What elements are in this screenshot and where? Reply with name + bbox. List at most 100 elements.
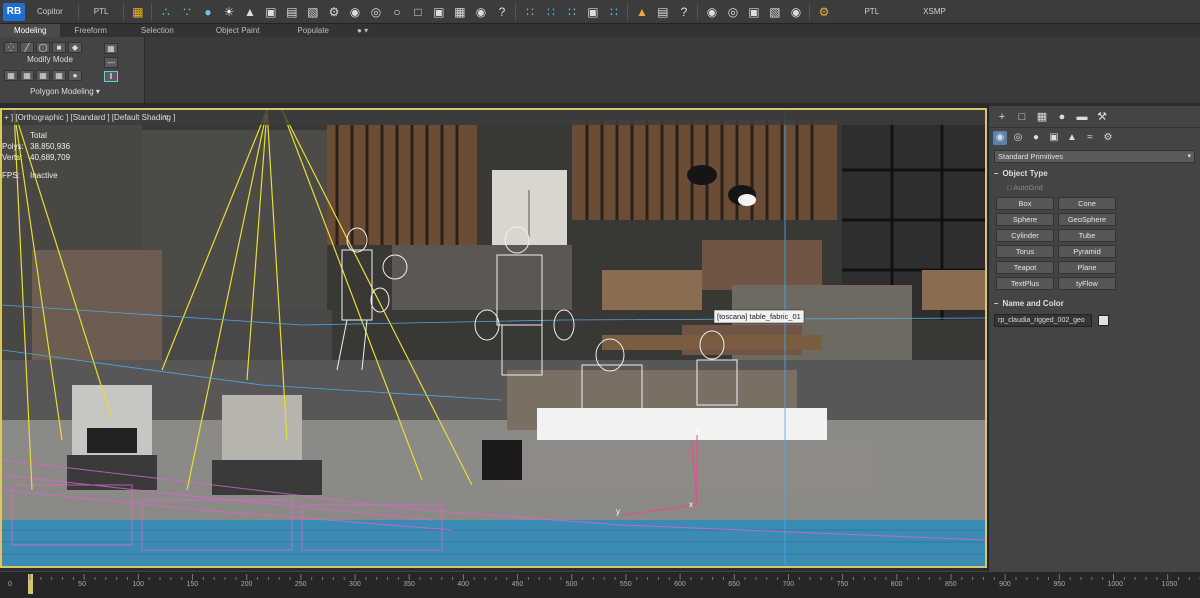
bulb-icon[interactable]: ● <box>200 4 216 20</box>
tab-freeform[interactable]: Freeform <box>60 24 120 37</box>
sphere-button[interactable]: Sphere <box>996 213 1054 226</box>
app-logo[interactable]: RB <box>3 2 25 21</box>
tab-selection[interactable]: Selection <box>127 24 188 37</box>
teapot-button[interactable]: Teapot <box>996 261 1054 274</box>
ribbon-side-button[interactable]: ‖ <box>104 71 118 82</box>
fire-icon[interactable]: ▲ <box>634 4 650 20</box>
help-icon[interactable]: ? <box>494 4 510 20</box>
wrench-icon[interactable]: ⚙ <box>326 4 342 20</box>
window-icon[interactable]: □ <box>410 4 426 20</box>
spacewarps-icon[interactable]: ≈ <box>1083 131 1097 145</box>
particles-icon[interactable]: ∴ <box>158 4 174 20</box>
edge-mode-button[interactable]: ╱ <box>20 42 34 53</box>
utilities-tab-icon[interactable]: ⚒ <box>1095 110 1109 124</box>
toolbar-label-ptl-2[interactable]: PTL <box>852 7 891 16</box>
particles-icon[interactable]: ∵ <box>179 4 195 20</box>
gear-icon[interactable]: ⚙ <box>816 4 832 20</box>
cameras-icon[interactable]: ▣ <box>1047 131 1061 145</box>
plane-button[interactable]: Plane <box>1058 261 1116 274</box>
snap-icon[interactable]: ∷ <box>606 4 622 20</box>
help-icon[interactable]: ? <box>676 4 692 20</box>
frame-icon[interactable]: ▦ <box>452 4 468 20</box>
ribbon-options-icon[interactable]: ● ▾ <box>343 24 382 37</box>
tyflow-button[interactable]: tyFlow <box>1058 277 1116 290</box>
border-mode-button[interactable]: ◯ <box>36 42 50 53</box>
snap-icon[interactable]: ∷ <box>543 4 559 20</box>
viewport-label[interactable]: + ] [Orthographic ] [Standard ] [Default… <box>2 110 985 125</box>
notes-icon[interactable]: ▤ <box>655 4 671 20</box>
ribbon-tool-button[interactable]: ▦ <box>4 70 18 81</box>
sphere-icon[interactable]: ◉ <box>347 4 363 20</box>
cube-icon[interactable]: ▧ <box>767 4 783 20</box>
frame-icon[interactable]: ▣ <box>263 4 279 20</box>
ball-icon[interactable]: ◎ <box>725 4 741 20</box>
world-icon[interactable]: ◉ <box>788 4 804 20</box>
toolbar-separator <box>627 3 629 20</box>
box-button[interactable]: Box <box>996 197 1054 210</box>
ribbon-side-button[interactable]: — <box>104 57 118 68</box>
vertex-mode-button[interactable]: ⁛ <box>4 42 18 53</box>
tab-populate[interactable]: Populate <box>283 24 343 37</box>
display-tab-icon[interactable]: ▬ <box>1075 110 1089 124</box>
chevron-down-icon: ▾ <box>1187 153 1191 160</box>
create-tab-icon[interactable]: + <box>995 110 1009 124</box>
scatter-icon[interactable]: ▤ <box>284 4 300 20</box>
modify-mode-label[interactable]: Modify Mode <box>0 55 100 64</box>
snap-icon[interactable]: ∷ <box>522 4 538 20</box>
tree-icon[interactable]: ▲ <box>242 4 258 20</box>
pyramid-button[interactable]: Pyramid <box>1058 245 1116 258</box>
geosphere-button[interactable]: GeoSphere <box>1058 213 1116 226</box>
bulb-icon[interactable]: ○ <box>389 4 405 20</box>
object-color-swatch[interactable] <box>1098 315 1109 326</box>
ball-icon[interactable]: ◉ <box>704 4 720 20</box>
helpers-icon[interactable]: ▲ <box>1065 131 1079 145</box>
hierarchy-tab-icon[interactable]: ▦ <box>1035 110 1049 124</box>
image-icon[interactable]: ▣ <box>585 4 601 20</box>
cylinder-button[interactable]: Cylinder <box>996 229 1054 242</box>
toolbar-label-xsmp[interactable]: XSMP <box>911 7 958 16</box>
timeline[interactable]: 0 50 100 150 200 250 300 350 400 450 500 550 600 650… <box>0 571 1200 598</box>
cube-icon[interactable]: ▣ <box>746 4 762 20</box>
tube-button[interactable]: Tube <box>1058 229 1116 242</box>
torus-button[interactable]: Torus <box>996 245 1054 258</box>
name-and-color-rollout[interactable]: – Name and Color <box>994 298 1195 310</box>
eye-icon[interactable]: ◉ <box>473 4 489 20</box>
polygon-mode-button[interactable]: ■ <box>52 42 66 53</box>
textplus-button[interactable]: TextPlus <box>996 277 1054 290</box>
object-name-input[interactable]: rp_claudia_rigged_002_geo <box>994 314 1092 327</box>
primitive-category-dropdown[interactable]: Standard Primitives ▾ <box>994 150 1195 163</box>
timeline-tick-label: 950 <box>1053 581 1065 588</box>
lights-icon[interactable]: ● <box>1029 131 1043 145</box>
tab-object-paint[interactable]: Object Paint <box>202 24 274 37</box>
geometry-icon[interactable]: ◉ <box>993 131 1007 145</box>
shapes-icon[interactable]: ◎ <box>1011 131 1025 145</box>
sun-icon[interactable]: ☀ <box>221 4 237 20</box>
perspective-viewport[interactable]: z x y [toscana] table_fabric_01 + ] [Ort… <box>0 108 987 568</box>
ribbon-tool-button[interactable]: ● <box>68 70 82 81</box>
primitive-buttons: Box Cone Sphere GeoSphere Cylinder Tube … <box>996 197 1200 290</box>
cone-button[interactable]: Cone <box>1058 197 1116 210</box>
tab-modeling[interactable]: Modeling <box>0 24 61 37</box>
scatter-icon[interactable]: ▧ <box>305 4 321 20</box>
object-type-rollout[interactable]: – Object Type <box>994 168 1195 180</box>
main-toolbar: RB Copitor PTL ▦ ∴ ∵ ● ☀ ▲ ▣ ▤ ▧ ⚙ ◉ ◎ ○… <box>0 0 1200 24</box>
image-icon[interactable]: ▣ <box>431 4 447 20</box>
systems-icon[interactable]: ⚙ <box>1101 131 1115 145</box>
snap-icon[interactable]: ∷ <box>564 4 580 20</box>
bucket-icon[interactable]: ▦ <box>130 4 146 20</box>
sphere-icon[interactable]: ◎ <box>368 4 384 20</box>
ribbon-side-button[interactable]: ▦ <box>104 43 118 54</box>
collapse-icon: – <box>994 299 999 308</box>
modify-tab-icon[interactable]: □ <box>1015 110 1029 124</box>
motion-tab-icon[interactable]: ● <box>1055 110 1069 124</box>
toolbar-label-ptl[interactable]: PTL <box>82 7 121 16</box>
filter-icon[interactable]: ▿ <box>164 112 169 123</box>
ribbon-tool-button[interactable]: ▦ <box>20 70 34 81</box>
toolbar-separator <box>123 3 125 20</box>
element-mode-button[interactable]: ◆ <box>68 42 82 53</box>
autogrid-checkbox[interactable]: □ AutoGrid <box>1007 182 1200 194</box>
ribbon-tool-button[interactable]: ▦ <box>36 70 50 81</box>
name-field-row: rp_claudia_rigged_002_geo <box>994 314 1195 327</box>
ribbon-tool-button[interactable]: ▦ <box>52 70 66 81</box>
toolbar-label-copitor[interactable]: Copitor <box>25 7 75 16</box>
